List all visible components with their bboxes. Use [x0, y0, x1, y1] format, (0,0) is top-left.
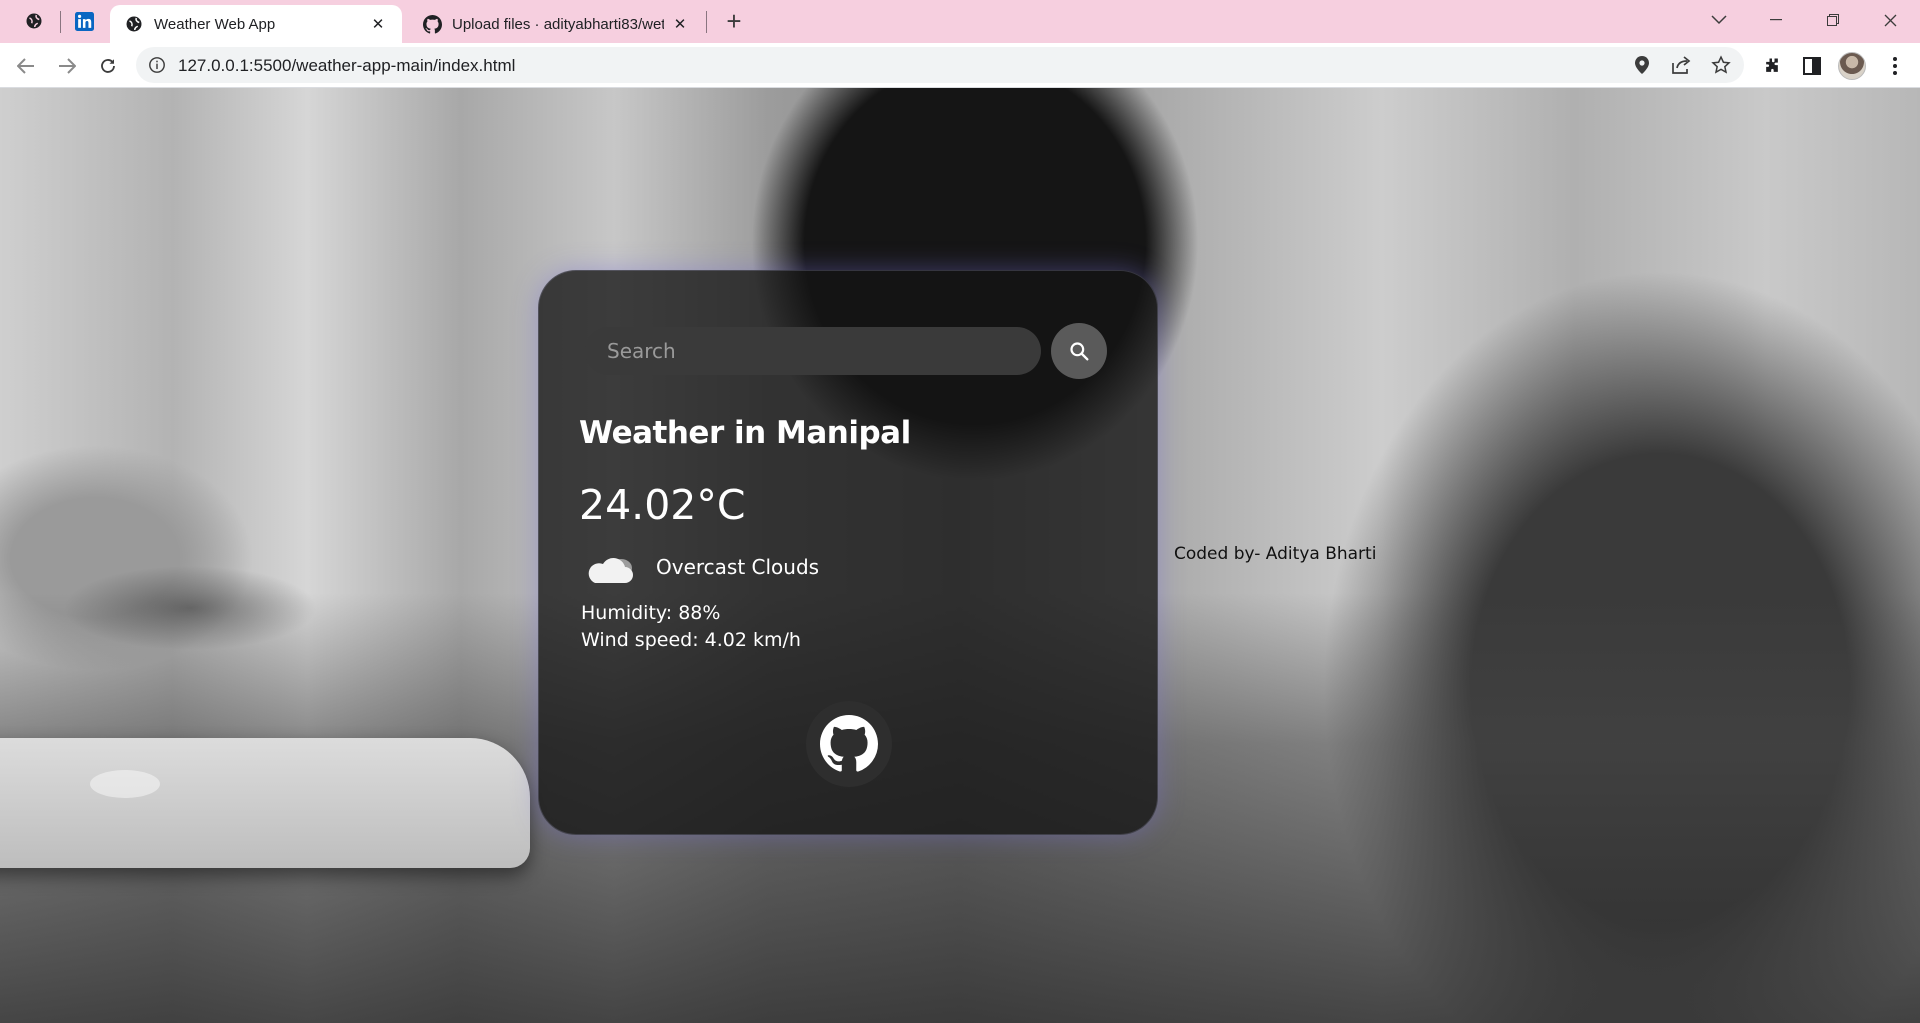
tab-search-button[interactable] — [1696, 0, 1742, 40]
info-icon[interactable] — [148, 56, 166, 74]
tab-separator — [60, 11, 61, 33]
minimize-button[interactable] — [1753, 0, 1799, 40]
bookmark-star-icon[interactable] — [1711, 55, 1731, 75]
weather-card: Weather in Manipal 24.02°C Overcast Clou… — [538, 270, 1158, 835]
tab-separator — [706, 11, 707, 33]
search-button[interactable] — [1051, 323, 1107, 379]
side-panel-icon[interactable] — [1801, 55, 1823, 77]
page-background: Weather in Manipal 24.02°C Overcast Clou… — [0, 88, 1920, 1023]
tab-weather-web-app[interactable]: Weather Web App ✕ — [110, 5, 402, 43]
temperature: 24.02°C — [579, 481, 746, 529]
extensions-puzzle-icon[interactable] — [1761, 55, 1783, 77]
share-icon[interactable] — [1671, 55, 1691, 75]
linkedin-icon — [74, 11, 94, 31]
new-tab-button[interactable]: + — [718, 6, 750, 36]
reload-button[interactable] — [92, 50, 124, 82]
chevron-down-icon — [1711, 15, 1727, 25]
browser-toolbar: 127.0.0.1:5500/weather-app-main/index.ht… — [0, 43, 1920, 88]
search-input[interactable] — [585, 327, 1041, 375]
reload-icon — [101, 59, 115, 73]
minimize-icon — [1770, 19, 1782, 21]
background-photo-laptop — [0, 738, 530, 868]
restore-icon — [1827, 14, 1839, 26]
wind-speed-text: Wind speed: 4.02 km/h — [581, 629, 801, 651]
location-icon[interactable] — [1632, 55, 1652, 75]
github-icon — [820, 715, 878, 772]
close-tab-icon[interactable]: ✕ — [670, 14, 690, 34]
humidity-text: Humidity: 88% — [581, 602, 721, 624]
globe-icon — [26, 13, 42, 29]
github-icon — [422, 14, 442, 34]
url-text[interactable]: 127.0.0.1:5500/weather-app-main/index.ht… — [178, 56, 515, 76]
profile-avatar[interactable] — [1838, 52, 1866, 80]
cloud-icon — [588, 558, 633, 583]
back-button[interactable] — [10, 50, 42, 82]
browser-tab-strip: Weather Web App ✕ Upload files · adityab… — [0, 0, 1920, 43]
restore-button[interactable] — [1810, 0, 1856, 40]
tab-upload-files[interactable]: Upload files · adityabharti83/weth ✕ — [408, 5, 704, 43]
city-heading: Weather in Manipal — [579, 415, 911, 451]
credit-text: Coded by- Aditya Bharti — [1174, 544, 1377, 564]
tab-title: Weather Web App — [154, 15, 276, 33]
weather-condition: Overcast Clouds — [656, 555, 820, 579]
close-icon — [1884, 14, 1896, 26]
pinned-tab-linkedin[interactable] — [62, 6, 106, 36]
globe-icon — [124, 14, 144, 34]
forward-button[interactable] — [51, 50, 83, 82]
github-link-button[interactable] — [806, 701, 892, 787]
pinned-tab-globe[interactable] — [12, 6, 56, 36]
arrow-right-icon — [59, 58, 76, 74]
search-icon — [1070, 342, 1089, 361]
close-tab-icon[interactable]: ✕ — [368, 14, 388, 34]
menu-dots-icon[interactable] — [1884, 55, 1906, 77]
address-bar[interactable]: 127.0.0.1:5500/weather-app-main/index.ht… — [136, 47, 1744, 83]
close-window-button[interactable] — [1867, 0, 1913, 40]
arrow-left-icon — [17, 58, 34, 74]
tab-title: Upload files · adityabharti83/weth — [452, 15, 664, 33]
